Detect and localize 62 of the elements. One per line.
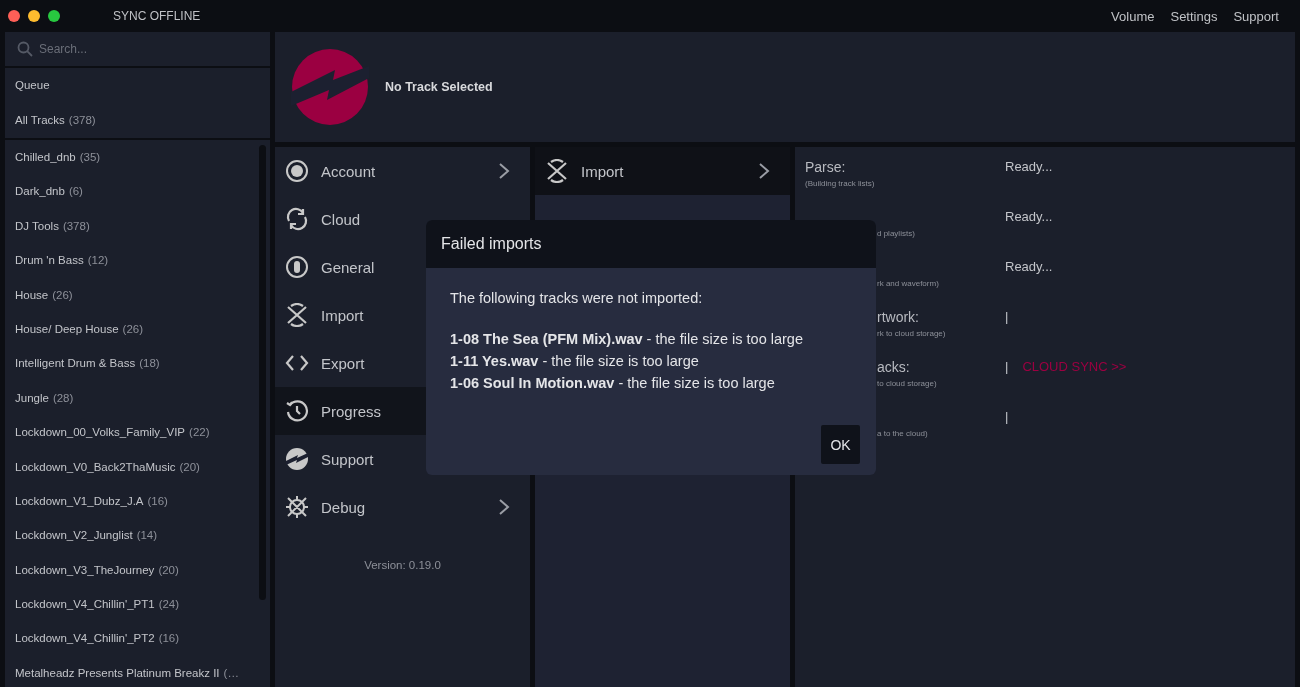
playlist-item[interactable]: Lockdown_V0_Back2ThaMusic (20) (5, 449, 259, 484)
task-status: Ready... (1005, 259, 1053, 276)
search-icon (17, 41, 33, 57)
playlist-item[interactable]: Lockdown_V3_TheJourney (20) (5, 552, 259, 588)
playlist-item[interactable]: DJ Tools (378) (5, 208, 259, 244)
task-status: | (1005, 309, 1009, 326)
playlist-item[interactable]: Lockdown_V4_Chillin'_PT1 (24) (5, 587, 259, 622)
task-description: (Building track lists) (805, 179, 876, 188)
playlist-item[interactable]: Intelligent Drum & Bass (18) (5, 346, 259, 381)
close-window-button[interactable] (8, 10, 20, 22)
task-status: Ready... (1005, 159, 1053, 176)
submenu-item[interactable]: Import (535, 147, 790, 195)
task-description: a to the cloud) (877, 429, 929, 438)
task-status: | (1005, 409, 1009, 426)
playlist-item[interactable]: Chilled_dnb (35) (5, 140, 259, 175)
task-label: Parse: (805, 159, 846, 175)
playlist-item[interactable]: Jungle (28) (5, 380, 259, 416)
task-status: | (1005, 359, 1009, 376)
dialog-message: The following tracks were not imported: (450, 290, 704, 306)
minimize-window-button[interactable] (28, 10, 40, 22)
playlist-item[interactable]: Dark_dnb (6) (5, 174, 259, 209)
task-description: d playlists) (877, 229, 916, 238)
scrollbar[interactable] (259, 145, 266, 600)
task-label: acks: (877, 359, 910, 375)
menu-link[interactable]: Volume (1111, 8, 1155, 24)
playlist-item[interactable]: House/ Deep House (26) (5, 311, 259, 347)
search-field[interactable]: Search... (5, 32, 270, 66)
settings-menu-item[interactable]: Support (275, 435, 530, 483)
sync-status: SYNC OFFLINE (113, 9, 201, 23)
task-label: rtwork: (877, 309, 919, 325)
settings-menu-item[interactable]: Debug (275, 483, 530, 531)
target-icon (285, 159, 309, 183)
clock-icon (285, 399, 309, 423)
playlist-item[interactable]: Lockdown_V4_Chillin'_PT2 (16) (5, 621, 259, 656)
crossed-gear-icon (285, 495, 309, 519)
menu-link[interactable]: Settings (1170, 8, 1218, 24)
cross-arrows-icon (285, 303, 309, 327)
task-description: to cloud storage) (877, 379, 938, 388)
failed-track-line: 1-08 The Sea (PFM Mix).wav - the file size is too large (450, 330, 804, 349)
playlist-item[interactable]: House (26) (5, 277, 259, 312)
zoom-window-button[interactable] (48, 10, 60, 22)
dialog-title: Failed imports (441, 235, 542, 253)
task-description: rk to cloud storage) (877, 329, 947, 338)
playlist-item[interactable]: Metalheadz Presents Platinum Breakz II (… (5, 655, 259, 687)
playlist-item[interactable]: Drum 'n Bass (12) (5, 243, 259, 278)
track-title: No Track Selected (385, 80, 493, 94)
playlist-item[interactable]: Lockdown_V2_Junglist (14) (5, 518, 259, 553)
library-item[interactable]: Queue (5, 68, 270, 103)
settings-menu-item[interactable]: Account (275, 147, 530, 195)
playlist-item[interactable]: Lockdown_00_Volks_Family_VIP (22) (5, 415, 259, 450)
logo-icon (285, 447, 309, 471)
toggle-icon (285, 255, 309, 279)
ok-button[interactable]: OK (821, 425, 860, 464)
task-description: rk and waveform) (877, 279, 940, 288)
failed-track-line: 1-11 Yes.wav - the file size is too large (450, 352, 700, 371)
task-status: Ready... (1005, 209, 1053, 226)
playlist-item[interactable]: Lockdown_V1_Dubz_J.A (16) (5, 483, 259, 519)
library-item[interactable]: All Tracks (378) (5, 103, 270, 138)
version-label: Version: 0.19.0 (363, 559, 442, 571)
cross-arrows-icon (545, 159, 569, 183)
refresh-icon (285, 207, 309, 231)
menu-link[interactable]: Support (1233, 8, 1279, 24)
